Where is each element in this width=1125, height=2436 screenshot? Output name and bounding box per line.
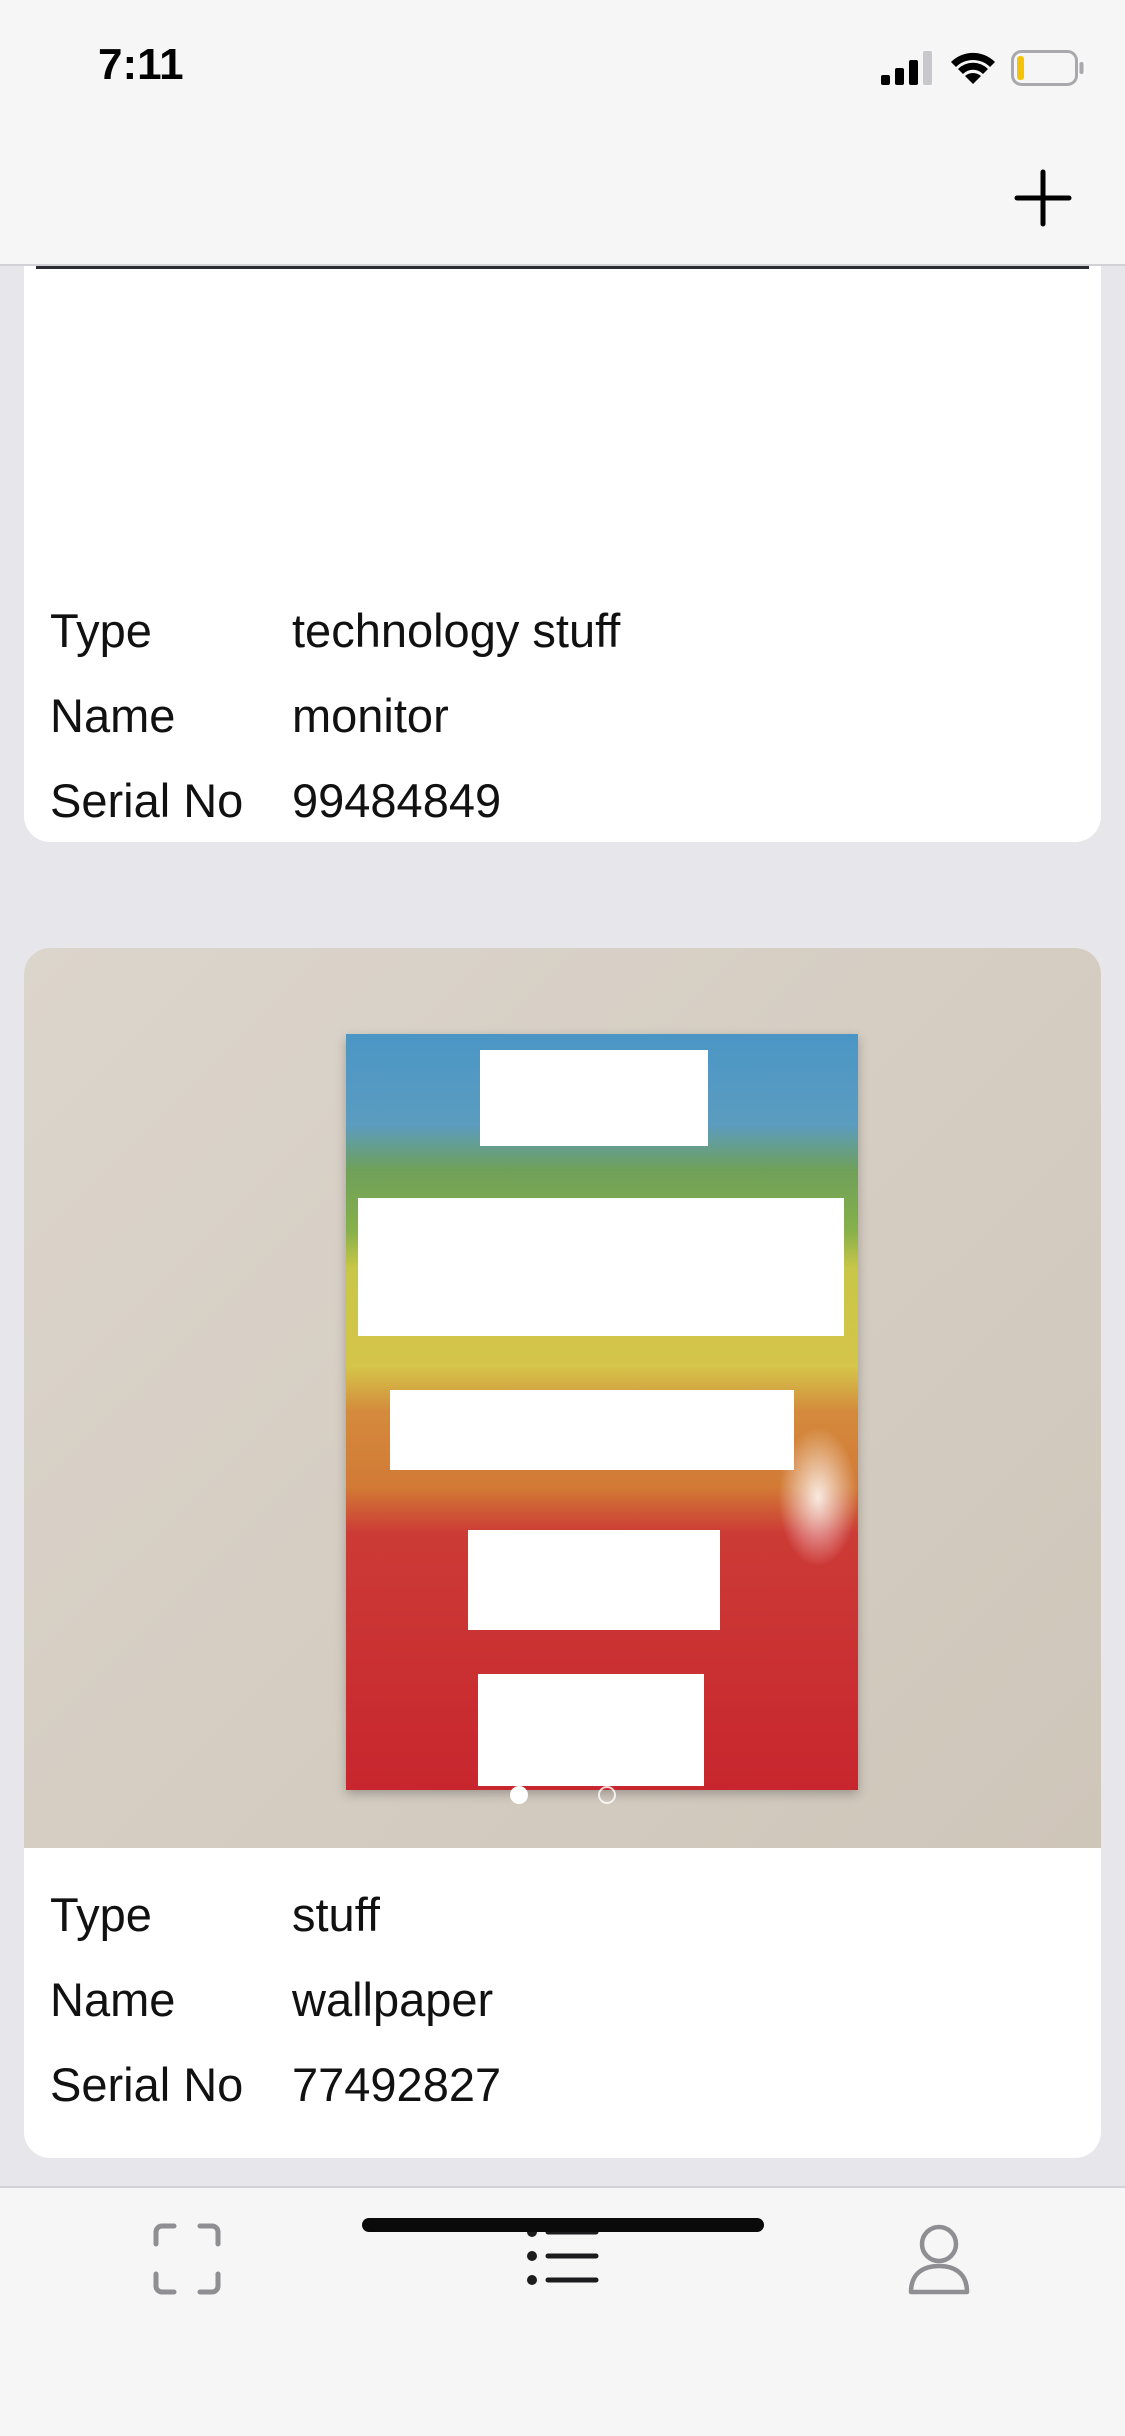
- detail-label: Name: [50, 1973, 176, 2026]
- wifi-icon: [951, 52, 995, 84]
- signal-icon: [881, 51, 932, 85]
- page-indicator[interactable]: [24, 1786, 1101, 1804]
- redaction-box: [358, 1198, 844, 1336]
- plus-icon: [1014, 169, 1072, 227]
- detail-label: Name: [50, 689, 176, 742]
- tab-scan[interactable]: [142, 2214, 232, 2304]
- redaction-box: [480, 1050, 708, 1146]
- status-time: 7:11: [98, 40, 184, 89]
- item-card[interactable]: Type technology stuff Name monitor Seria…: [24, 266, 1101, 842]
- tab-profile[interactable]: [894, 2214, 984, 2304]
- rainbow-poster-photo: [346, 1034, 858, 1790]
- app-screen: 7:11 Type technology stuff Name monitor …: [0, 0, 1125, 2436]
- profile-icon: [908, 2224, 970, 2295]
- home-indicator[interactable]: [362, 2218, 764, 2232]
- detail-value: 77492827: [292, 2058, 502, 2111]
- redaction-box: [468, 1530, 720, 1630]
- page-dot-active[interactable]: [509, 1786, 528, 1804]
- detail-label: Serial No: [50, 774, 244, 827]
- detail-value: 99484849: [292, 774, 502, 827]
- battery-icon: [1011, 50, 1084, 86]
- add-item-button[interactable]: [1013, 168, 1073, 228]
- redaction-box: [390, 1390, 794, 1470]
- photo-edge: [36, 266, 1089, 269]
- detail-value: monitor: [292, 689, 449, 742]
- detail-label: Type: [50, 604, 152, 657]
- detail-label: Type: [50, 1888, 152, 1941]
- detail-label: Serial No: [50, 2058, 244, 2111]
- detail-value: wallpaper: [292, 1973, 494, 2026]
- detail-value: technology stuff: [292, 604, 621, 657]
- item-card[interactable]: Type stuff Name wallpaper Serial No 7749…: [24, 948, 1101, 2158]
- navigation-bar: [0, 132, 1125, 266]
- status-bar: 7:11: [0, 0, 1125, 132]
- item-list[interactable]: Type technology stuff Name monitor Seria…: [0, 266, 1125, 2186]
- page-dot[interactable]: [597, 1786, 616, 1804]
- scan-frame-icon: [153, 2223, 221, 2295]
- item-photo-carousel[interactable]: [24, 948, 1101, 1848]
- detail-value: stuff: [292, 1888, 380, 1941]
- status-icons: [881, 48, 1085, 88]
- item-photo: [24, 266, 1101, 542]
- redaction-box: [478, 1674, 704, 1786]
